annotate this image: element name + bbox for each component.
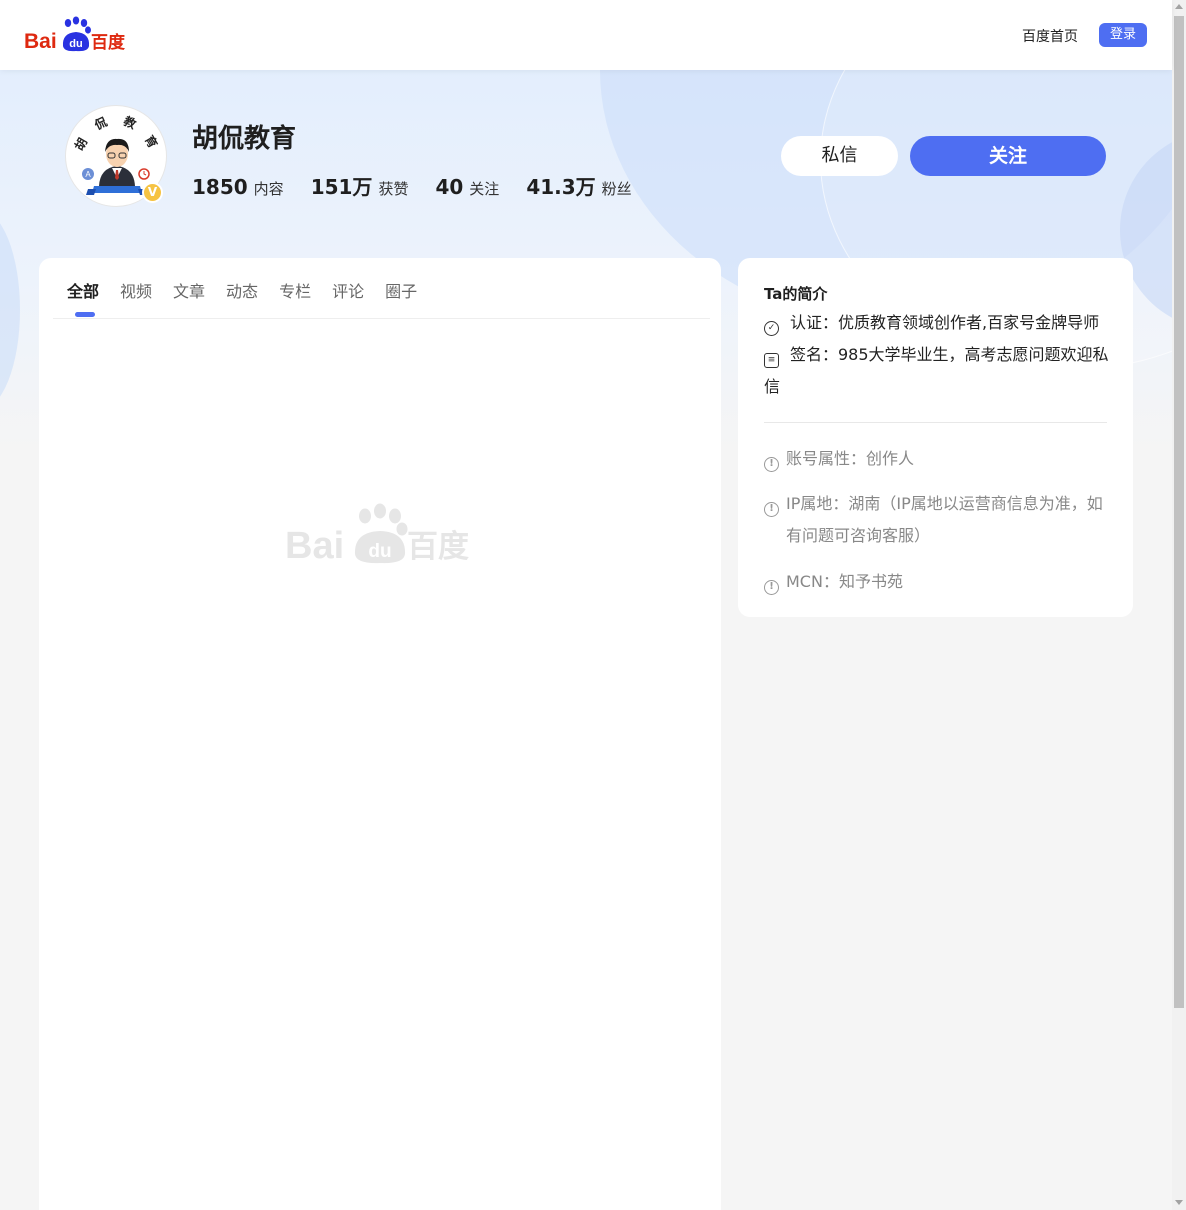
scrollbar-thumb[interactable] [1174,16,1184,1008]
account-type-text: 账号属性：创作人 [786,449,915,468]
note-icon: ≡ [764,353,779,368]
stat-value: 151万 [310,175,373,199]
tab-circle[interactable]: 圈子 [385,278,417,304]
scroll-up-arrow-icon[interactable] [1175,4,1183,9]
private-message-button[interactable]: 私信 [781,136,898,176]
stat-label: 内容 [253,180,284,198]
baidu-logo[interactable]: Bai du 百度 [24,16,128,54]
signature-text: 签名：985大学毕业生，高考志愿问题欢迎私信 [764,345,1109,396]
content-feed-card: 全部 视频 文章 动态 专栏 评论 圈子 Bai 百度 du [39,258,721,1210]
ip-location-row: ! IP属地：湖南（IP属地以运营商信息为准，如有问题可咨询客服） [764,488,1109,552]
page-scrollbar[interactable] [1172,0,1186,1210]
svg-text:侃: 侃 [91,114,109,133]
stat-content[interactable]: 1850 内容 [192,175,284,199]
verified-badge-icon: V [142,182,163,203]
svg-text:教: 教 [121,113,140,133]
svg-text:百度: 百度 [407,529,469,564]
content-tabs: 全部 视频 文章 动态 专栏 评论 圈子 [67,278,438,317]
intro-title: Ta的简介 [764,285,828,303]
exclamation-circle-icon: ! [764,580,779,595]
stat-followers[interactable]: 41.3万 粉丝 [526,171,631,200]
tab-video[interactable]: 视频 [120,278,152,304]
certification-row: ✓ 认证：优质教育领域创作者,百家号金牌导师 [764,307,1109,339]
login-button[interactable]: 登录 [1099,23,1147,47]
banner-decoration [0,210,20,410]
tab-article[interactable]: 文章 [173,278,205,304]
top-navbar: Bai du 百度 百度首页 登录 [0,0,1172,70]
svg-text:du: du [368,541,391,562]
loading-placeholder-logo: Bai 百度 du [285,503,469,564]
tab-column[interactable]: 专栏 [279,278,311,304]
baidu-home-link[interactable]: 百度首页 [1022,26,1078,46]
svg-text:育: 育 [142,133,161,151]
svg-text:Bai: Bai [285,525,344,564]
stat-label: 获赞 [378,180,409,198]
follow-button[interactable]: 关注 [910,136,1106,176]
scroll-down-arrow-icon[interactable] [1175,1200,1183,1205]
exclamation-circle-icon: ! [764,502,779,517]
stat-value: 40 [435,175,464,199]
stat-value: 1850 [192,175,248,199]
profile-intro-card: Ta的简介 ✓ 认证：优质教育领域创作者,百家号金牌导师 ≡ 签名：985大学毕业生… [738,258,1133,617]
tab-comment[interactable]: 评论 [332,278,364,304]
svg-text:胡: 胡 [71,135,90,153]
stat-label: 粉丝 [601,180,632,198]
signature-row: ≡ 签名：985大学毕业生，高考志愿问题欢迎私信 [764,339,1109,403]
tab-dynamic[interactable]: 动态 [226,278,258,304]
tab-all[interactable]: 全部 [67,278,99,317]
verified-check-icon: ✓ [764,321,779,336]
profile-stats: 1850 内容 151万 获赞 40 关注 41.3万 粉丝 [192,171,659,200]
stat-likes: 151万 获赞 [311,171,409,200]
mcn-text: MCN：知予书苑 [786,572,903,591]
stat-label: 关注 [469,180,500,198]
svg-text:du: du [69,38,82,50]
ip-location-text: IP属地：湖南（IP属地以运营商信息为准，如有问题可咨询客服） [786,494,1103,545]
certification-text: 认证：优质教育领域创作者,百家号金牌导师 [790,313,1100,332]
svg-text:百度: 百度 [91,32,126,53]
exclamation-circle-icon: ! [764,457,779,472]
account-type-row: ! 账号属性：创作人 [764,443,1109,475]
mcn-row: ! MCN：知予书苑 [764,566,1109,598]
svg-text:Bai: Bai [24,30,57,53]
intro-divider [764,422,1107,423]
profile-name: 胡侃教育 [192,124,297,154]
svg-text:A: A [85,170,91,179]
stat-following[interactable]: 40 关注 [435,175,499,199]
stat-value: 41.3万 [526,175,596,199]
tab-divider [53,318,710,319]
